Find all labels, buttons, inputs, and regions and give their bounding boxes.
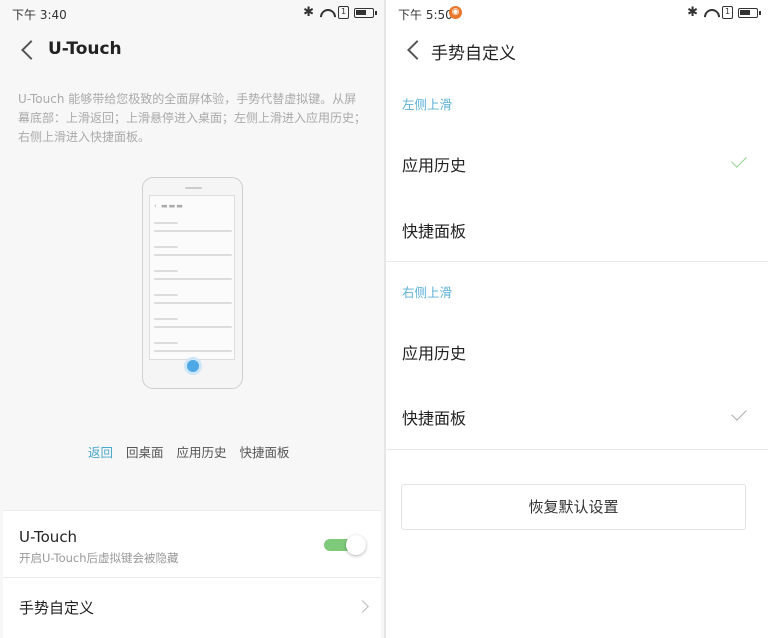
gesture-tab-home[interactable]: 回桌面 <box>126 442 164 461</box>
option-label: 应用历史 <box>402 344 467 363</box>
utouch-screen: 下午 3:40 ✱ 1 U-Touch U-Touch 能够带给您极致的全面屏体… <box>0 0 384 638</box>
section-divider <box>386 261 768 262</box>
utouch-toggle[interactable] <box>324 535 366 555</box>
battery-icon <box>738 7 761 18</box>
phone-illustration: ‹ ▬▬▬ <box>142 177 243 389</box>
check-icon <box>731 405 747 421</box>
section-divider <box>386 449 768 450</box>
wifi-icon <box>703 7 717 19</box>
status-time: 下午 3:40 <box>12 8 67 22</box>
gesture-tab-quick-panel[interactable]: 快捷面板 <box>240 442 290 461</box>
restore-defaults-button[interactable]: 恢复默认设置 <box>401 484 746 530</box>
status-icons: ✱ 1 <box>687 5 761 20</box>
back-arrow-icon[interactable] <box>18 40 38 60</box>
utouch-row-title: U-Touch <box>19 528 78 546</box>
gesture-custom-row[interactable]: 手势自定义 <box>3 578 381 638</box>
utouch-description: U-Touch 能够带给您极致的全面屏体验，手势代替虚拟键。从屏幕底部：上滑返回… <box>18 92 367 144</box>
back-arrow-icon[interactable] <box>404 40 424 60</box>
option-label: 快捷面板 <box>402 409 467 428</box>
toggle-knob <box>346 535 366 555</box>
section-left-swipe: 左侧上滑 <box>402 97 453 112</box>
battery-icon <box>354 7 377 18</box>
title-bar: 手势自定义 <box>386 26 768 74</box>
utouch-toggle-row[interactable]: U-Touch 开启U-Touch后虚拟键会被隐藏 <box>3 511 381 578</box>
status-time: 下午 5:50 <box>398 8 453 22</box>
notification-icon: ◉ <box>449 6 462 19</box>
utouch-row-subtitle: 开启U-Touch后虚拟键会被隐藏 <box>19 551 179 565</box>
gesture-custom-title: 手势自定义 <box>19 599 95 617</box>
bluetooth-icon: ✱ <box>303 5 314 20</box>
option-label: 快捷面板 <box>402 222 467 241</box>
title-bar: U-Touch <box>0 26 384 74</box>
sim-icon: 1 <box>722 6 733 19</box>
wifi-icon <box>319 7 333 19</box>
bluetooth-icon: ✱ <box>687 5 698 20</box>
gesture-demo-tabs: 返回 回桌面 应用历史 快捷面板 <box>88 442 290 461</box>
section-right-swipe: 右侧上滑 <box>402 285 453 300</box>
status-icons: ✱ 1 <box>303 5 377 20</box>
sim-icon: 1 <box>338 6 349 19</box>
gesture-custom-screen: 下午 5:50 ◉ ✱ 1 手势自定义 左侧上滑 应用历史 快捷面板 右侧上滑 … <box>386 0 768 638</box>
settings-list: U-Touch 开启U-Touch后虚拟键会被隐藏 手势自定义 <box>3 510 381 638</box>
chevron-right-icon <box>356 600 369 613</box>
gesture-tab-back[interactable]: 返回 <box>88 442 113 461</box>
check-icon <box>731 152 747 168</box>
status-bar: 下午 3:40 ✱ 1 <box>0 0 384 26</box>
touch-point-icon <box>187 360 199 372</box>
page-title: 手势自定义 <box>431 44 516 64</box>
page-title: U-Touch <box>48 39 122 59</box>
phone-screen-header: ‹ ▬▬▬ <box>154 202 184 210</box>
gesture-tab-recents[interactable]: 应用历史 <box>177 442 227 461</box>
phone-screen: ‹ ▬▬▬ <box>149 195 235 360</box>
status-bar: 下午 5:50 ◉ ✱ 1 <box>386 0 768 26</box>
phone-speaker <box>185 187 202 189</box>
option-label: 应用历史 <box>402 156 467 175</box>
